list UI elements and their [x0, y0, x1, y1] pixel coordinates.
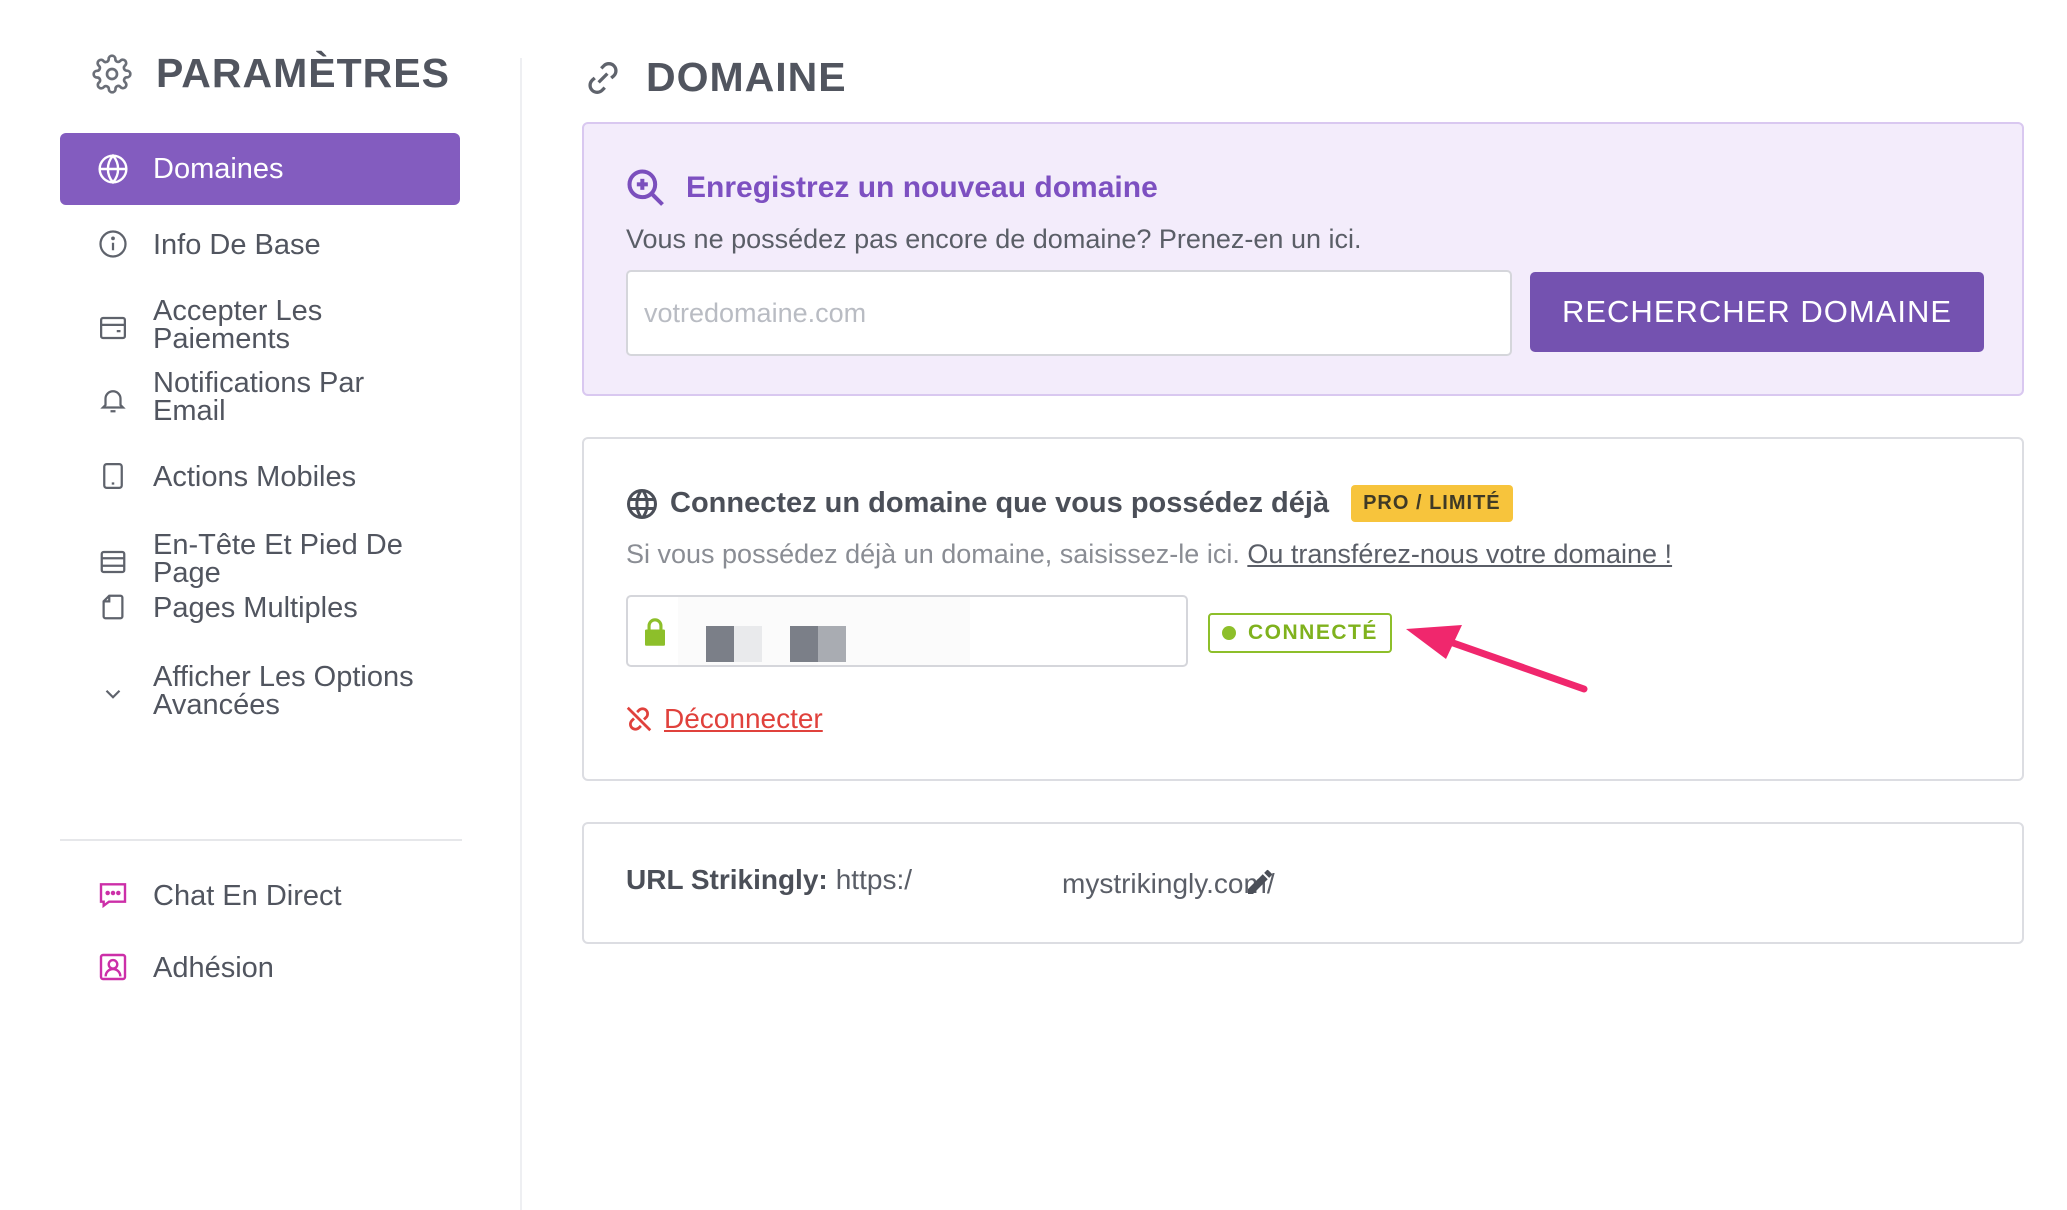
sidebar-item-label: Accepter Les Paiements: [153, 295, 323, 355]
sidebar-title: PARAMÈTRES: [156, 50, 450, 96]
sidebar-divider: [60, 839, 462, 841]
sidebar-item-header-footer[interactable]: En-Tête Et Pied De Page: [60, 531, 460, 591]
link-icon: [588, 61, 618, 94]
connected-status-text: CONNECTÉ: [1248, 621, 1378, 644]
wallet-icon: [96, 311, 130, 345]
sidebar-item-label: Chat En Direct: [153, 880, 342, 912]
chevron-down-icon: [96, 677, 130, 711]
sidebar-item-label: Pages Multiples: [153, 592, 358, 624]
connect-heading-row: Connectez un domaine que vous possédez d…: [624, 485, 1513, 522]
sidebar-item-payments[interactable]: Accepter Les Paiements: [60, 297, 460, 357]
redacted-domain: [678, 597, 970, 665]
register-heading-row: Enregistrez un nouveau domaine: [624, 166, 1158, 210]
pencil-icon[interactable]: [1244, 866, 1276, 898]
sidebar-item-mobile-actions[interactable]: Actions Mobiles: [60, 457, 460, 497]
url-suffix: mystrikingly.com/: [1062, 868, 1275, 899]
connect-heading: Connectez un domaine que vous possédez d…: [670, 487, 1330, 519]
domain-search-input[interactable]: [626, 270, 1512, 356]
disconnect-link[interactable]: Déconnecter: [624, 703, 823, 735]
sidebar-item-label: Adhésion: [153, 952, 274, 984]
connected-status-badge: CONNECTÉ: [1208, 613, 1392, 653]
pages-icon: [96, 590, 130, 624]
globe-icon: [96, 152, 130, 186]
sidebar: PARAMÈTRES Domaines Info De Base Accepte…: [0, 0, 520, 1210]
sidebar-header: PARAMÈTRES: [92, 50, 450, 97]
sidebar-item-membership[interactable]: Adhésion: [60, 948, 460, 988]
sidebar-item-label: Actions Mobiles: [153, 461, 357, 493]
connected-domain-field[interactable]: [626, 595, 1188, 667]
sidebar-item-label: Domaines: [153, 153, 284, 185]
annotation-arrow-icon: [1406, 625, 1588, 693]
lock-icon: [645, 618, 665, 646]
gear-icon: [92, 53, 132, 94]
search-plus-icon: [627, 169, 664, 206]
sidebar-item-domaines[interactable]: Domaines: [60, 133, 460, 205]
connect-subtitle: Si vous possédez déjà un domaine, saisis…: [626, 539, 1672, 570]
connect-domain-card: Connectez un domaine que vous possédez d…: [582, 437, 2024, 781]
sidebar-item-email-notifications[interactable]: Notifications Par Email: [60, 369, 460, 429]
register-heading: Enregistrez un nouveau domaine: [686, 171, 1158, 204]
sidebar-item-live-chat[interactable]: Chat En Direct: [60, 876, 460, 916]
sidebar-item-multiple-pages[interactable]: Pages Multiples: [60, 588, 460, 628]
sidebar-item-label: Afficher Les Options Avancées: [153, 661, 414, 721]
search-domain-button[interactable]: RECHERCHER DOMAINE: [1530, 272, 1984, 352]
strikingly-url-card: URL Strikingly: https:/ mystrikingly.com…: [582, 822, 2024, 944]
bell-icon: [96, 383, 130, 417]
sidebar-item-label: Notifications Par Email: [153, 367, 365, 427]
url-row: URL Strikingly: https:/: [626, 864, 912, 896]
sidebar-item-label: En-Tête Et Pied De Page: [153, 529, 403, 589]
broken-link-icon: [626, 706, 652, 732]
tablet-icon: [96, 459, 130, 493]
member-icon: [96, 950, 130, 984]
sidebar-item-label: Info De Base: [153, 229, 321, 261]
url-label: URL Strikingly:: [626, 864, 828, 895]
main-header: DOMAINE: [582, 54, 847, 101]
layout-icon: [96, 545, 130, 579]
page-title: DOMAINE: [646, 54, 847, 100]
transfer-domain-link[interactable]: Ou transférez-nous votre domaine !: [1247, 539, 1672, 569]
chat-icon: [96, 878, 130, 912]
url-prefix: https:/: [835, 864, 912, 895]
info-icon: [96, 227, 130, 261]
plan-badge: PRO / LIMITÉ: [1351, 485, 1513, 522]
register-domain-card: Enregistrez un nouveau domaine Vous ne p…: [582, 122, 2024, 396]
globe-icon: [627, 488, 657, 519]
sidebar-item-info[interactable]: Info De Base: [60, 225, 460, 265]
status-dot-icon: [1222, 626, 1236, 640]
connect-subtitle-text: Si vous possédez déjà un domaine, saisis…: [626, 539, 1240, 569]
sidebar-item-advanced-options[interactable]: Afficher Les Options Avancées: [60, 663, 460, 723]
disconnect-label: Déconnecter: [664, 703, 823, 734]
register-subtitle: Vous ne possédez pas encore de domaine? …: [626, 224, 1362, 254]
sidebar-separator: [520, 58, 522, 1210]
